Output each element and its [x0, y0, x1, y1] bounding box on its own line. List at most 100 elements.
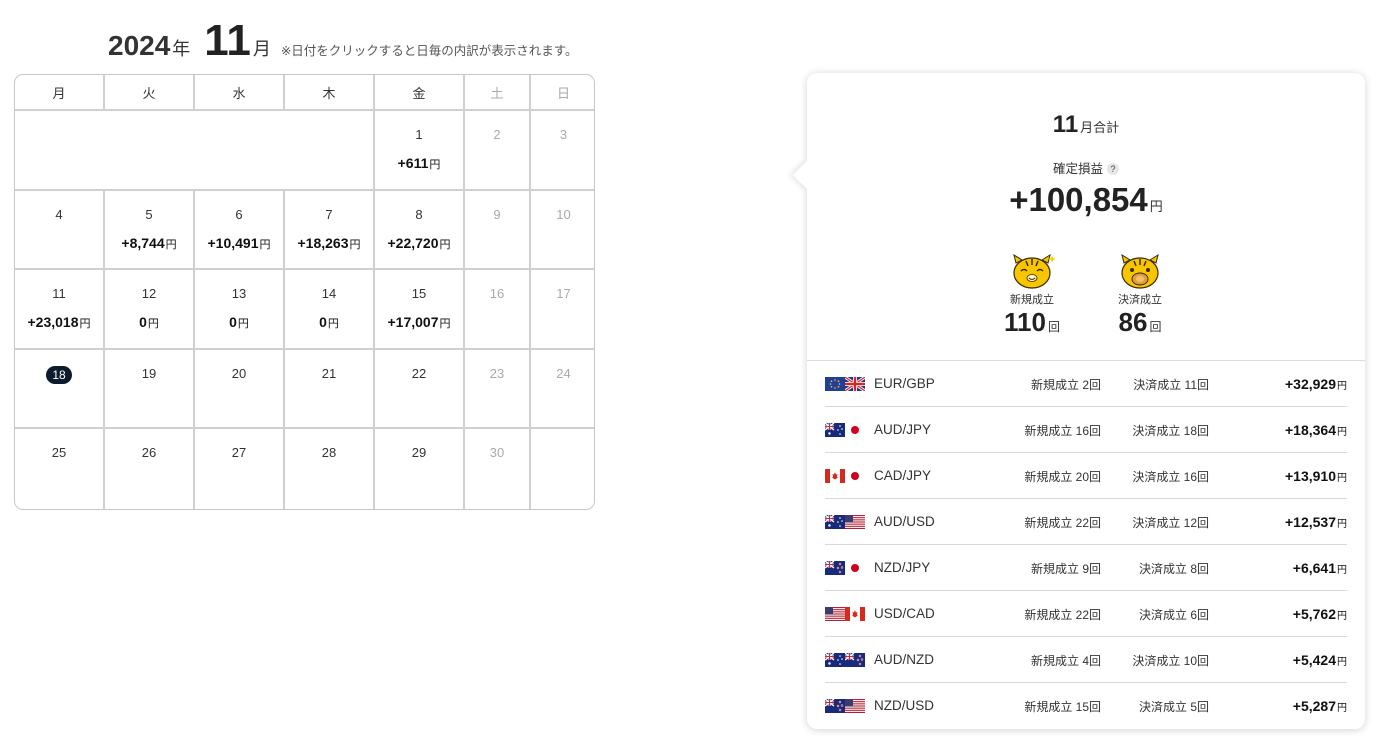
pair-flags — [824, 698, 865, 713]
day-profit-value: +10,491 — [207, 234, 259, 251]
help-icon[interactable]: ? — [1107, 163, 1119, 175]
calendar-day-cell[interactable]: 21 — [285, 349, 375, 429]
day-profit-value: +23,018 — [27, 314, 79, 330]
pair-flags — [824, 560, 865, 575]
pair-closed-trades: 決済成立 5回 — [1138, 700, 1209, 714]
calendar-day-cell[interactable]: 27 — [195, 429, 285, 509]
calendar-day-cell[interactable]: 1 +611円 — [375, 111, 465, 191]
calendar-day-cell[interactable]: 19 — [105, 349, 195, 429]
pair-flags — [825, 375, 866, 393]
day-profit: +23,018円 — [15, 314, 103, 331]
day-profit-value: 0 — [139, 314, 147, 330]
calendar-day-cell[interactable]: 14 0円 — [285, 270, 375, 350]
weekday-header: 日 — [531, 75, 594, 111]
calendar-day-cell: 10 — [531, 191, 594, 270]
pair-closed-trades: 決済成立 8回 — [1138, 562, 1209, 576]
pair-flags — [825, 607, 865, 621]
eu-flag-icon — [825, 377, 845, 396]
calendar-day-cell[interactable]: 4 — [15, 190, 105, 270]
calendar-day-cell: 16 — [465, 270, 531, 350]
new-trades-count: 110 — [1004, 307, 1046, 337]
jp-flag-icon — [845, 561, 865, 580]
day-profit: 0円 — [285, 314, 373, 331]
currency-pair-row[interactable]: USD/CAD 新規成立 22回 決済成立 6回 +5,762円 — [825, 591, 1347, 637]
yen-unit: 円 — [165, 238, 177, 251]
weekday-header: 土 — [465, 75, 531, 111]
pair-name: AUD/USD — [874, 514, 935, 529]
pair-profit-value: +5,287 — [1292, 698, 1336, 714]
au-flag-icon — [824, 422, 845, 442]
day-number: 27 — [231, 445, 247, 460]
day-profit: +18,263円 — [285, 235, 373, 252]
pair-flags — [824, 514, 865, 529]
calendar-day-cell[interactable]: 22 — [375, 349, 465, 429]
pair-profit-value: +5,424 — [1292, 652, 1336, 668]
summary-title: 11 月合計 — [807, 111, 1365, 139]
currency-pair-row[interactable]: AUD/NZD 新規成立 4回 決済成立 10回 +5,424円 — [824, 637, 1347, 683]
day-number: 22 — [411, 365, 427, 381]
pair-profit-value: +5,762 — [1292, 606, 1336, 622]
weekday-header: 火 — [105, 75, 195, 111]
calendar-year: 2024 — [108, 30, 171, 61]
yen-unit: 円 — [429, 159, 441, 171]
pair-profit-value: +18,364 — [1285, 422, 1336, 438]
calendar-day-cell[interactable]: 28 — [285, 429, 375, 509]
calendar-day-cell[interactable]: 25 — [15, 429, 105, 509]
calendar-day-cell[interactable]: 6 +10,491円 — [195, 190, 285, 270]
pair-profit: +6,641円 — [1293, 560, 1347, 576]
day-number: 1 — [415, 127, 423, 142]
us-flag-icon — [845, 699, 865, 718]
calendar-empty-cell — [15, 111, 375, 191]
us-flag-icon — [825, 607, 845, 626]
calendar-day-cell[interactable]: 20 — [195, 349, 285, 429]
calendar-day-cell[interactable]: 29 — [375, 429, 465, 509]
currency-pair-row[interactable]: NZD/JPY 新規成立 9回 決済成立 8回 +6,641円 — [824, 545, 1347, 591]
calendar-day-cell[interactable]: 12 0円 — [105, 270, 195, 350]
nz-flag-icon — [824, 560, 845, 580]
day-profit: 0円 — [195, 314, 283, 331]
calendar-day-cell[interactable]: 8 +22,720円 — [375, 190, 465, 270]
pair-name: NZD/USD — [874, 698, 934, 713]
day-number: 26 — [141, 445, 157, 460]
pair-new-trades: 新規成立 22回 — [1024, 608, 1101, 622]
pair-profit: +5,424円 — [1293, 652, 1347, 668]
yen-unit: 円 — [147, 318, 159, 330]
day-number: 19 — [141, 365, 157, 381]
calendar-day-cell[interactable]: 18 — [15, 349, 105, 429]
calendar-day-cell[interactable]: 11 +23,018円 — [15, 270, 105, 350]
calendar-day-cell: 9 — [465, 190, 531, 270]
calendar-day-cell[interactable]: 15 +17,007円 — [375, 270, 465, 350]
pair-profit-value: +12,537 — [1285, 514, 1336, 530]
calendar-day-cell[interactable]: 26 — [105, 429, 195, 509]
pair-new-trades: 新規成立 20回 — [1024, 470, 1101, 484]
tiger-mascot-coin-icon — [1116, 253, 1164, 289]
calendar-day-cell: 2 — [465, 111, 531, 191]
day-profit: +8,744円 — [105, 235, 193, 252]
pair-new-trades: 新規成立 9回 — [1030, 562, 1101, 576]
currency-pair-row[interactable]: CAD/JPY 新規成立 20回 決済成立 16回 +13,910円 — [825, 453, 1347, 499]
pair-profit: +18,364円 — [1285, 422, 1347, 438]
yen-unit: 円 — [1337, 519, 1347, 530]
calendar-note: ※日付をクリックすると日毎の内訳が表示されます。 — [280, 44, 578, 58]
currency-pair-list: EUR/GBP 新規成立 2回 決済成立 11回 +32,929円 AUD/JPY 新規成… — [824, 361, 1347, 729]
day-number: 30 — [489, 445, 505, 460]
calendar-day-cell: 3 — [531, 111, 594, 191]
day-profit-value: 0 — [229, 314, 237, 330]
pair-closed-trades: 決済成立 16回 — [1132, 470, 1209, 484]
pair-closed-trades: 決済成立 11回 — [1133, 378, 1209, 392]
currency-pair-row[interactable]: EUR/GBP 新規成立 2回 決済成立 11回 +32,929円 — [825, 361, 1347, 407]
currency-pair-row[interactable]: NZD/USD 新規成立 15回 決済成立 5回 +5,287円 — [824, 683, 1347, 729]
day-profit: 0円 — [105, 314, 193, 331]
currency-pair-row[interactable]: AUD/USD 新規成立 22回 決済成立 12回 +12,537円 — [824, 499, 1347, 545]
yen-unit: 円 — [259, 238, 271, 251]
calendar-day-cell[interactable]: 13 0円 — [195, 270, 285, 350]
day-number: 5 — [145, 206, 153, 222]
calendar-day-cell[interactable]: 5 +8,744円 — [105, 190, 195, 270]
yen-unit: 円 — [237, 318, 249, 330]
currency-pair-row[interactable]: AUD/JPY 新規成立 16回 決済成立 18回 +18,364円 — [824, 407, 1347, 453]
calendar-day-cell[interactable]: 7 +18,263円 — [285, 190, 375, 270]
yen-unit: 円 — [349, 238, 361, 251]
pair-profit: +5,287円 — [1293, 698, 1347, 714]
yen-unit: 円 — [1337, 703, 1347, 714]
pair-name: AUD/NZD — [874, 652, 934, 667]
